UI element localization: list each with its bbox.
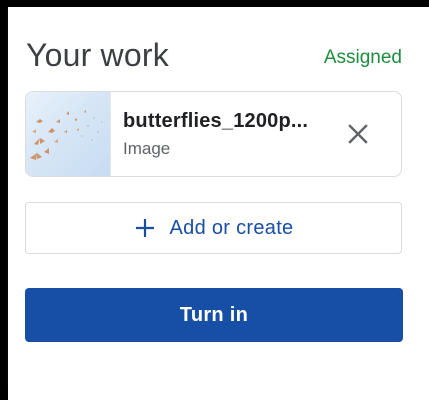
page-background	[8, 384, 429, 400]
turn-in-label: Turn in	[179, 303, 249, 326]
plus-icon	[135, 219, 154, 237]
add-or-create-button[interactable]: Add or create	[25, 202, 402, 254]
close-icon	[348, 124, 368, 144]
attachment-card[interactable]: butterflies_1200p... Image	[25, 91, 402, 177]
panel-title: Your work	[26, 37, 169, 73]
butterflies-image-icon	[30, 110, 103, 160]
status-badge: Assigned	[323, 47, 402, 68]
add-or-create-label: Add or create	[169, 216, 294, 239]
butterflies-image-thumbnail[interactable]	[26, 92, 111, 176]
your-work-panel: Your work Assigned butterflies_1200p... …	[8, 7, 429, 384]
attachment-file-name[interactable]: butterflies_1200p...	[123, 110, 308, 133]
attachment-file-type: Image	[123, 139, 171, 158]
turn-in-button[interactable]: Turn in	[25, 288, 403, 342]
remove-attachment-button[interactable]	[336, 112, 380, 156]
